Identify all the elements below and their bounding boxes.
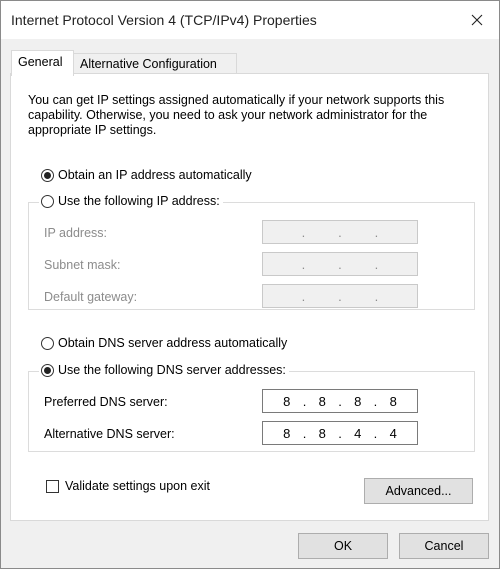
alternative-dns-octet-2: 8 <box>318 425 326 441</box>
preferred-dns-label: Preferred DNS server: <box>44 395 168 409</box>
cancel-button-label: Cancel <box>424 539 464 553</box>
close-button[interactable] <box>461 5 493 35</box>
title-bar: Internet Protocol Version 4 (TCP/IPv4) P… <box>1 1 499 39</box>
obtain-dns-auto-label: Obtain DNS server address automatically <box>58 336 288 350</box>
advanced-button-label: Advanced... <box>385 484 452 498</box>
window-title: Internet Protocol Version 4 (TCP/IPv4) P… <box>11 12 317 28</box>
ip-address-label: IP address: <box>44 226 108 240</box>
subnet-mask-input[interactable]: . . . <box>262 252 418 276</box>
obtain-ip-auto-label: Obtain an IP address automatically <box>58 168 252 182</box>
radio-indicator <box>41 194 54 208</box>
alternative-dns-octet-1: 8 <box>283 425 291 441</box>
alternative-dns-octet-4: 4 <box>389 425 397 441</box>
obtain-dns-auto-radio[interactable]: Obtain DNS server address automatically <box>41 336 287 350</box>
ok-button[interactable]: OK <box>298 533 388 559</box>
radio-indicator <box>41 336 54 350</box>
default-gateway-label: Default gateway: <box>44 290 138 304</box>
use-following-dns-radio[interactable]: Use the following DNS server addresses: <box>39 363 289 377</box>
preferred-dns-octet-2: 8 <box>318 393 326 409</box>
close-icon <box>471 14 483 26</box>
alternative-dns-input[interactable]: 8. 8. 4. 4 <box>262 421 418 445</box>
radio-indicator <box>41 363 54 377</box>
tab-alternative-configuration-label: Alternative Configuration <box>80 57 217 71</box>
radio-indicator <box>41 168 54 182</box>
preferred-dns-octet-4: 8 <box>389 393 397 409</box>
use-following-dns-label: Use the following DNS server addresses: <box>58 363 286 377</box>
ip-address-input[interactable]: . . . <box>262 220 418 244</box>
preferred-dns-input[interactable]: 8. 8. 8. 8 <box>262 389 418 413</box>
advanced-button[interactable]: Advanced... <box>364 478 473 504</box>
alternative-dns-label: Alternative DNS server: <box>44 427 175 441</box>
validate-settings-checkbox[interactable]: Validate settings upon exit <box>46 479 210 493</box>
obtain-ip-auto-radio[interactable]: Obtain an IP address automatically <box>41 168 252 182</box>
tab-general[interactable]: General <box>11 50 74 76</box>
description-text: You can get IP settings assigned automat… <box>28 93 445 137</box>
subnet-mask-label: Subnet mask: <box>44 258 121 272</box>
tab-general-label: General <box>18 55 63 69</box>
alternative-dns-octet-3: 4 <box>354 425 362 441</box>
use-following-ip-radio[interactable]: Use the following IP address: <box>39 194 223 208</box>
cancel-button[interactable]: Cancel <box>399 533 489 559</box>
use-following-ip-label: Use the following IP address: <box>58 194 220 208</box>
default-gateway-input[interactable]: . . . <box>262 284 418 308</box>
checkbox-indicator <box>46 479 59 493</box>
validate-settings-label: Validate settings upon exit <box>65 479 211 493</box>
preferred-dns-octet-3: 8 <box>354 393 362 409</box>
preferred-dns-octet-1: 8 <box>283 393 291 409</box>
tab-alternative-configuration[interactable]: Alternative Configuration <box>73 53 237 74</box>
dialog-window: Internet Protocol Version 4 (TCP/IPv4) P… <box>0 0 500 569</box>
general-panel: You can get IP settings assigned automat… <box>10 73 489 521</box>
ok-button-label: OK <box>333 539 353 553</box>
